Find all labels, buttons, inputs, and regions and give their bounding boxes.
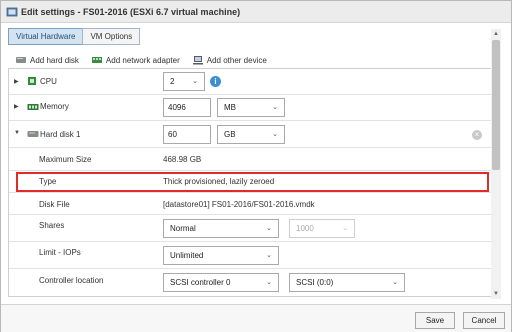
cpu-select[interactable]: 2 ⌄ [163,72,205,91]
hard-disk-icon [16,57,26,63]
limit-iops-value: Unlimited [170,251,204,260]
scroll-down-icon[interactable]: ▼ [491,289,501,299]
hard-disk-label: Hard disk 1 [40,130,81,139]
other-device-icon [192,56,203,65]
cpu-label: CPU [40,77,57,86]
memory-icon [27,104,39,110]
limit-iops-select[interactable]: Unlimited ⌄ [163,246,279,265]
scroll-thumb[interactable] [492,40,500,170]
tab-bar: Virtual Hardware VM Options [8,28,141,45]
controller-value: SCSI controller 0 [170,278,231,287]
hard-disk-row: ▼ Hard disk 1 60 GB ⌄ × [9,121,498,148]
chevron-down-icon: ⌄ [342,225,348,232]
chevron-down-icon: ⌄ [272,131,278,138]
disk-file-label: Disk File [39,200,70,209]
tab-virtual-hardware[interactable]: Virtual Hardware [8,28,84,45]
hardware-list: ▶ CPU 2 ⌄ i ▶ Memory 4096 MB ⌄ ▼ Hard di… [8,68,499,297]
hard-disk-size-input[interactable]: 60 [163,125,211,144]
type-highlight-box [16,172,489,192]
dialog-title: Edit settings - FS01-2016 (ESXi 6.7 virt… [21,7,241,17]
add-hard-disk-button[interactable]: Add hard disk [15,55,79,65]
add-other-device-button[interactable]: Add other device [192,55,267,65]
dialog-footer: Save Cancel [1,304,511,332]
controller-slot-value: SCSI (0:0) [296,278,334,287]
cpu-value: 2 [170,77,175,86]
chevron-down-icon: ⌄ [266,252,272,259]
shares-amount-select: 1000 ⌄ [289,219,355,238]
shares-label: Shares [39,221,65,230]
info-icon[interactable]: i [210,76,221,87]
max-size-value: 468.98 GB [163,155,202,164]
device-toolbar: Add hard disk Add network adapter Add ot… [15,53,279,67]
chevron-down-icon: ⌄ [192,78,198,85]
hard-disk-unit-select[interactable]: GB ⌄ [217,125,285,144]
expand-caret-icon[interactable]: ▶ [14,78,19,85]
tab-vm-options[interactable]: VM Options [82,28,141,45]
remove-device-icon[interactable]: × [472,130,482,140]
memory-row: ▶ Memory 4096 MB ⌄ [9,95,498,121]
disk-file-row: Disk File [datastore01] FS01-2016/FS01-2… [9,193,498,215]
chevron-down-icon: ⌄ [392,279,398,286]
shares-select[interactable]: Normal ⌄ [163,219,279,238]
add-network-adapter-button[interactable]: Add network adapter [91,55,180,65]
cancel-button[interactable]: Cancel [463,312,505,329]
add-hard-disk-label: Add hard disk [30,55,79,65]
hard-disk-icon [27,131,39,137]
disk-file-value: [datastore01] FS01-2016/FS01-2016.vmdk [163,200,315,209]
shares-row: Shares Normal ⌄ 1000 ⌄ [9,215,498,242]
controller-slot-select[interactable]: SCSI (0:0) ⌄ [289,273,405,292]
cpu-row: ▶ CPU 2 ⌄ i [9,69,498,95]
chevron-down-icon: ⌄ [272,104,278,111]
scroll-up-icon[interactable]: ▲ [491,29,501,39]
limit-iops-row: Limit - IOPs Unlimited ⌄ [9,242,498,269]
cpu-icon [28,77,36,85]
controller-location-row: Controller location SCSI controller 0 ⌄ … [9,269,498,296]
expand-caret-icon[interactable]: ▶ [14,103,19,110]
add-network-adapter-label: Add network adapter [105,55,180,65]
save-button[interactable]: Save [415,312,455,329]
shares-value: Normal [170,224,196,233]
max-size-label: Maximum Size [39,155,92,164]
max-size-row: Maximum Size 468.98 GB [9,148,498,171]
memory-label: Memory [40,102,69,111]
add-other-device-label: Add other device [206,55,267,65]
hard-disk-unit-value: GB [224,130,236,139]
vm-edit-icon [6,7,18,17]
limit-iops-label: Limit - IOPs [39,248,81,257]
vertical-scrollbar[interactable]: ▲ ▼ [491,29,501,299]
dialog-titlebar: Edit settings - FS01-2016 (ESXi 6.7 virt… [1,1,511,23]
network-adapter-icon [91,57,102,63]
memory-unit-select[interactable]: MB ⌄ [217,98,285,117]
chevron-down-icon: ⌄ [266,225,272,232]
edit-settings-dialog: Edit settings - FS01-2016 (ESXi 6.7 virt… [0,0,512,332]
controller-select[interactable]: SCSI controller 0 ⌄ [163,273,279,292]
shares-amount-value: 1000 [296,224,314,233]
collapse-caret-icon[interactable]: ▼ [14,130,20,136]
memory-input[interactable]: 4096 [163,98,211,117]
chevron-down-icon: ⌄ [266,279,272,286]
memory-unit-value: MB [224,103,236,112]
controller-location-label: Controller location [39,276,104,285]
